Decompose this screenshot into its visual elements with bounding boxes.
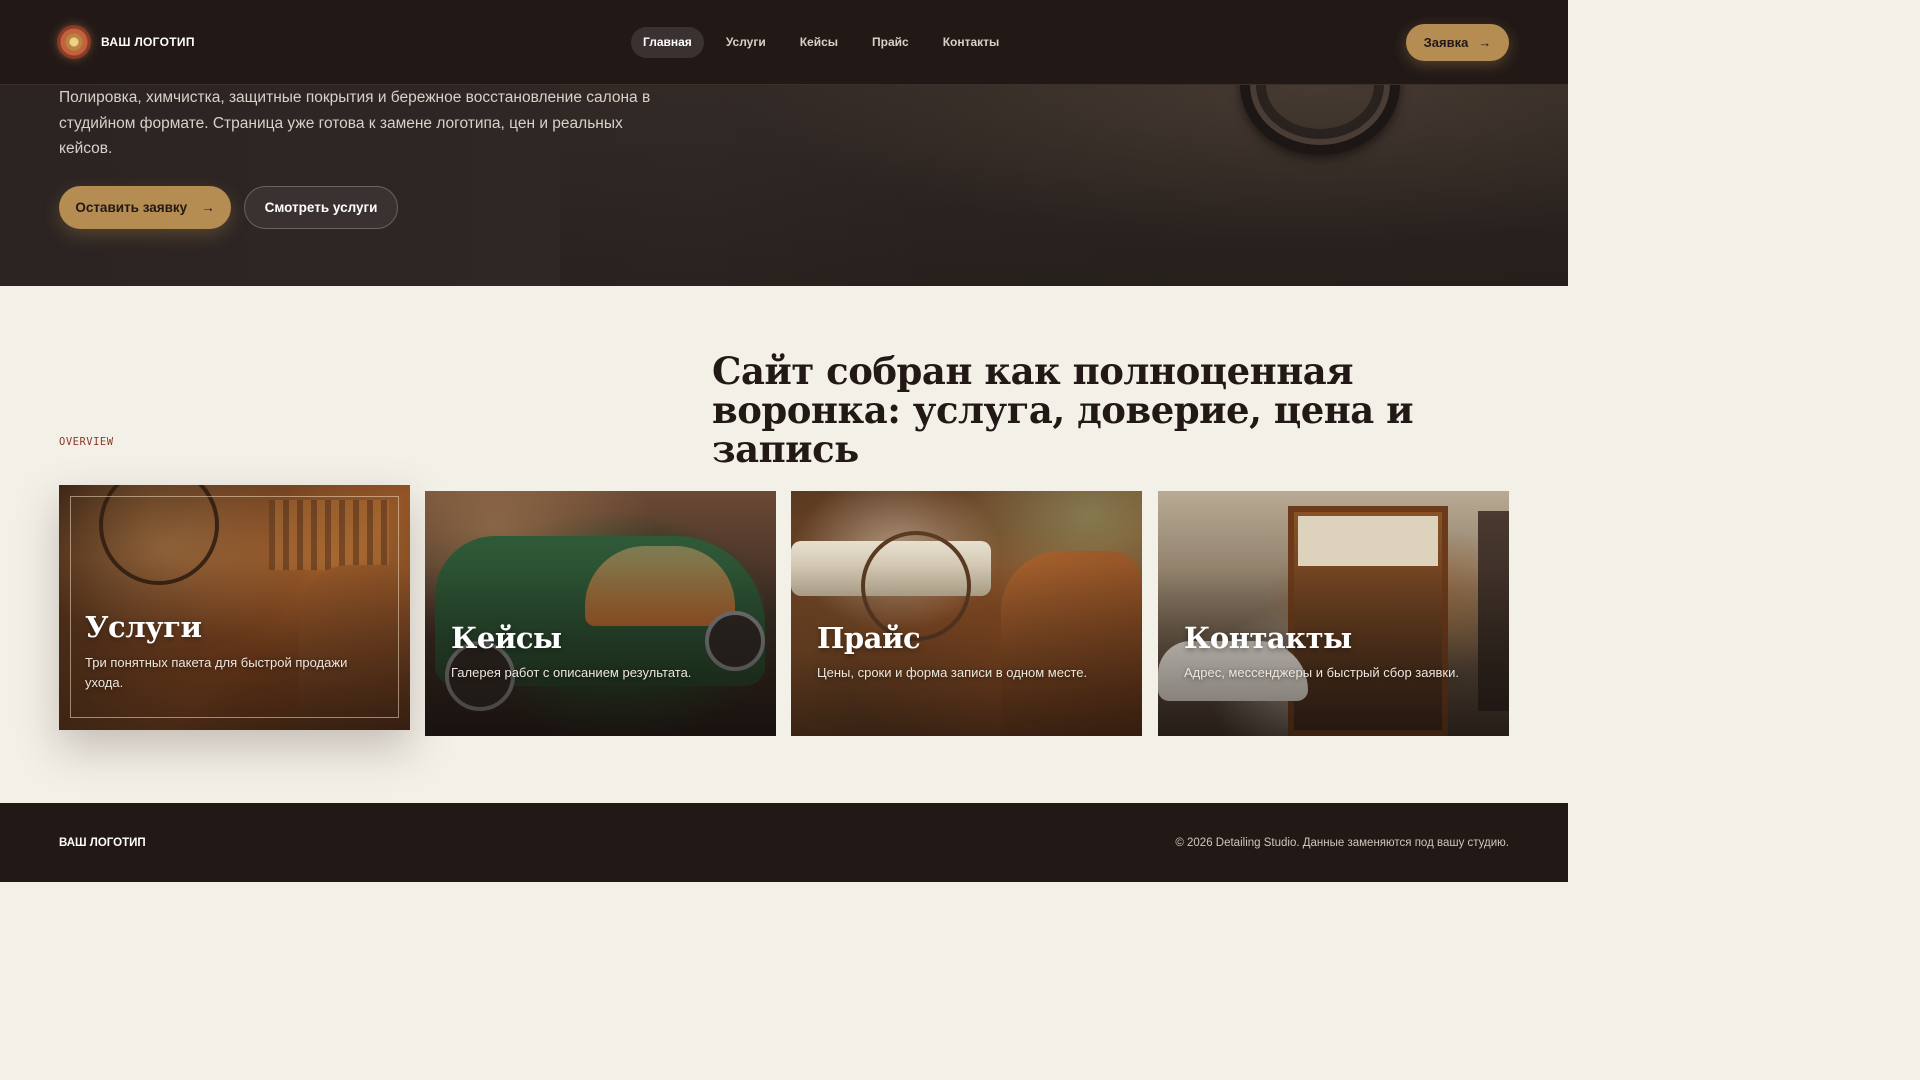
hero-section: Полировка, химчистка, защитные покрытия … [0,85,1568,286]
nav-item-home[interactable]: Главная [631,27,704,58]
hero-background-image [560,85,1568,286]
view-services-button[interactable]: Смотреть услуги [244,186,398,229]
section-eyebrow: OVERVIEW [59,436,114,448]
request-button[interactable]: Заявка → [1406,24,1509,61]
card-shade [425,491,776,736]
arrow-right-icon: → [201,200,215,215]
card-description: Три понятных пакета для быстрой продажи … [85,655,348,690]
card-title: Кейсы [451,621,562,655]
leave-request-button[interactable]: Оставить заявку → [59,186,231,229]
card-services[interactable]: Услуги Три понятных пакета для быстрой п… [59,485,410,730]
request-button-label: Заявка [1423,35,1469,50]
logo-icon [57,25,91,59]
section-title: Сайт собран как полноценная воронка: усл… [712,349,1414,471]
top-navbar: ВАШ ЛОГОТИП Главная Услуги Кейсы Прайс К… [0,0,1568,85]
card-shade [1158,491,1509,736]
card-description: Галерея работ с описанием результата. [451,665,692,680]
nav-item-cases[interactable]: Кейсы [788,27,850,58]
card-title: Прайс [817,621,921,655]
card-cases[interactable]: Кейсы Галерея работ с описанием результа… [425,491,776,736]
hero-description: Полировка, химчистка, защитные покрытия … [59,89,651,158]
leave-request-label: Оставить заявку [75,200,188,215]
card-pricing[interactable]: Прайс Цены, сроки и форма записи в одном… [791,491,1142,736]
footer: ВАШ ЛОГОТИП © 2026 Detailing Studio. Дан… [0,803,1568,882]
card-title: Контакты [1184,621,1352,655]
nav-item-services[interactable]: Услуги [714,27,778,58]
nav-item-pricing[interactable]: Прайс [860,27,921,58]
card-description: Адрес, мессенджеры и быстрый сбор заявки… [1184,665,1459,680]
card-contacts[interactable]: Контакты Адрес, мессенджеры и быстрый сб… [1158,491,1509,736]
footer-logo[interactable]: ВАШ ЛОГОТИП [59,837,146,849]
footer-copyright: © 2026 Detailing Studio. Данные заменяют… [1175,837,1509,849]
logo[interactable]: ВАШ ЛОГОТИП [57,25,195,59]
main-nav: Главная Услуги Кейсы Прайс Контакты [631,27,1021,58]
card-shade [791,491,1142,736]
nav-item-contacts[interactable]: Контакты [931,27,1012,58]
card-description: Цены, сроки и форма записи в одном месте… [817,665,1088,680]
arrow-right-icon: → [1478,35,1492,50]
card-title: Услуги [85,610,202,644]
logo-text: ВАШ ЛОГОТИП [101,35,195,49]
